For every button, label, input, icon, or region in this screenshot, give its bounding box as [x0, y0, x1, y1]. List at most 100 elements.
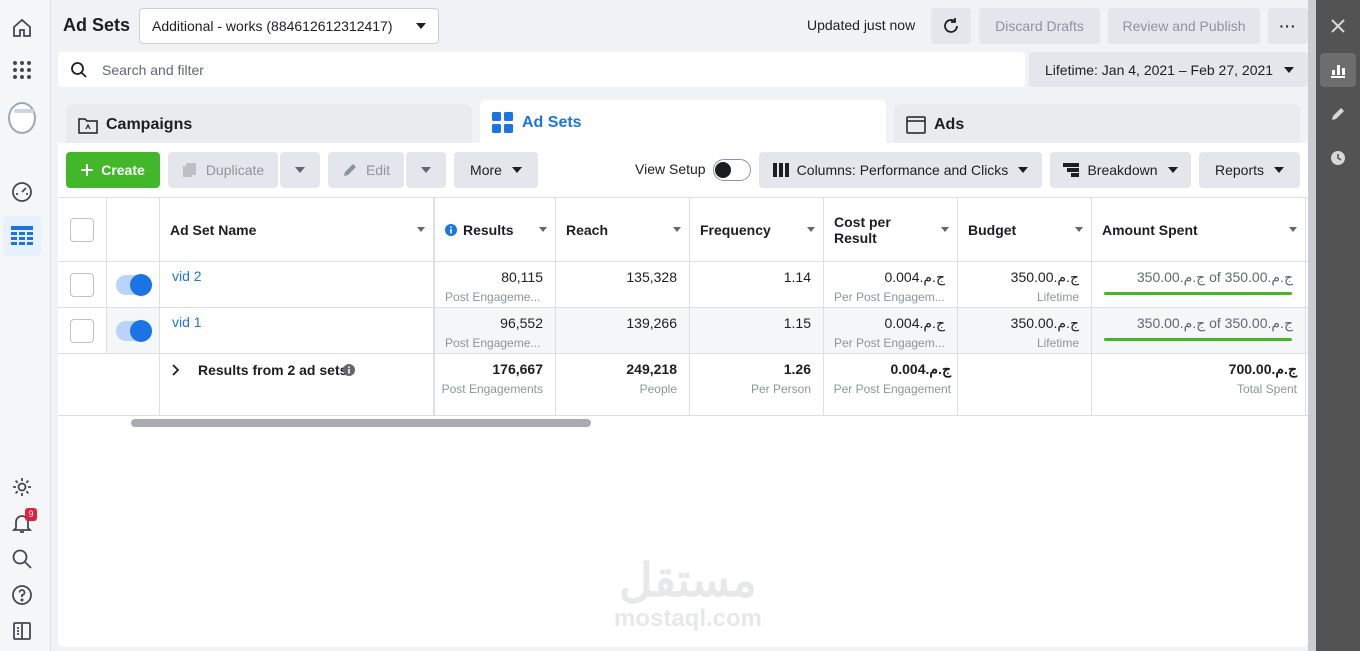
account-avatar[interactable] [8, 102, 36, 134]
column-header-label-line2: Result [834, 229, 877, 246]
frequency-cell: 1.15 [690, 308, 824, 353]
info-icon[interactable] [343, 364, 355, 376]
summary-reach-cell: 249,218 People [556, 354, 690, 415]
results-cell: 96,552 Post Engageme... [435, 308, 556, 353]
dashboard-gauge-icon[interactable] [8, 178, 36, 206]
select-all-checkbox[interactable] [70, 218, 94, 242]
cost-value: 0.004.ج.م [884, 315, 945, 331]
close-icon[interactable] [1324, 12, 1352, 40]
horizontal-scrollbar[interactable] [131, 419, 591, 427]
reports-button[interactable]: Reports [1199, 152, 1300, 188]
summary-reach-value: 249,218 [626, 361, 677, 377]
watermark-latin: mostaql.com [613, 605, 763, 632]
apps-grid-icon[interactable] [8, 56, 36, 84]
column-header-budget[interactable]: Budget [958, 198, 1092, 261]
search-icon[interactable] [8, 545, 36, 573]
chart-icon[interactable] [1320, 53, 1356, 87]
breakdown-button[interactable]: Breakdown [1050, 152, 1191, 188]
sort-caret-icon [1289, 227, 1297, 232]
column-header-frequency[interactable]: Frequency [690, 198, 824, 261]
sort-caret-icon [539, 227, 547, 232]
settings-gear-icon[interactable] [8, 473, 36, 501]
plus-icon [81, 164, 94, 176]
columns-button[interactable]: Columns: Performance and Clicks [759, 152, 1042, 188]
more-options-button[interactable]: ··· [1268, 8, 1308, 44]
edit-button[interactable]: Edit [328, 152, 404, 188]
column-header-results[interactable]: Results [435, 198, 556, 261]
create-button[interactable]: Create [66, 152, 160, 188]
column-header-label: Budget [968, 221, 1017, 238]
ad-set-name-link[interactable]: vid 2 [172, 268, 202, 284]
row-checkbox[interactable] [70, 273, 94, 297]
account-selector[interactable]: Additional - works (884612612312417) [139, 8, 439, 44]
row-toggle-cell [107, 262, 160, 307]
reach-value: 135,328 [626, 269, 677, 285]
chevron-down-icon [511, 167, 522, 173]
spend-progress-bar [1104, 338, 1292, 341]
summary-results-subtext: Post Engagements [441, 382, 543, 396]
ad-set-name-cell: vid 2 [160, 262, 435, 307]
column-header-label: Reach [566, 221, 609, 238]
amount-spent-cell: 350.00.ج.م of 350.00.ج.م [1092, 308, 1306, 353]
ad-set-name-link[interactable]: vid 1 [172, 314, 202, 330]
date-range-selector[interactable]: Lifetime: Jan 4, 2021 – Feb 27, 2021 [1029, 52, 1308, 87]
chevron-down-icon [421, 167, 431, 173]
ads-manager-table-icon[interactable] [3, 216, 41, 256]
chevron-down-icon [1274, 167, 1285, 173]
edit-pencil-icon[interactable] [1324, 100, 1352, 128]
reach-value: 139,266 [626, 315, 677, 331]
ad-set-status-toggle[interactable] [116, 274, 152, 296]
frequency-value: 1.15 [783, 315, 811, 331]
column-header-amount-spent[interactable]: Amount Spent [1092, 198, 1306, 261]
notifications-badge: 9 [25, 508, 37, 521]
row-checkbox[interactable] [70, 319, 94, 343]
results-value: 80,115 [501, 269, 543, 285]
column-header-reach[interactable]: Reach [556, 198, 690, 261]
tab-ads[interactable]: Ads [894, 104, 1300, 146]
history-clock-icon[interactable] [1324, 144, 1352, 172]
chevron-down-icon [416, 23, 426, 29]
view-setup-toggle[interactable] [713, 159, 751, 181]
summary-frequency-value: 1.26 [783, 361, 811, 377]
reports-button-label: Reports [1214, 162, 1265, 178]
search-bar[interactable] [58, 52, 1025, 87]
summary-label: Results from 2 ad sets [198, 362, 348, 378]
right-side-panel [1316, 0, 1360, 651]
cost-value: 0.004.ج.م [884, 269, 945, 285]
duplicate-button[interactable]: Duplicate [168, 152, 278, 188]
select-all-cell [58, 198, 107, 261]
discard-drafts-button[interactable]: Discard Drafts [979, 8, 1100, 44]
spend-progress-bar [1104, 292, 1292, 295]
amount-spent-value: 350.00.ج.م of 350.00.ج.م [1136, 315, 1293, 331]
table-row[interactable]: vid 1 96,552 Post Engageme... 139,266 1.1… [58, 307, 1308, 353]
right-panel-divider [1308, 0, 1316, 651]
home-icon[interactable] [8, 14, 36, 42]
summary-results-value: 176,667 [492, 361, 543, 377]
chevron-down-icon [1018, 167, 1029, 173]
search-input[interactable] [102, 61, 902, 78]
more-actions-button[interactable]: More [454, 152, 538, 188]
table-row[interactable]: vid 2 80,115 Post Engageme... 135,328 1.1… [58, 261, 1308, 307]
ad-window-icon [906, 116, 926, 134]
page-title: Ad Sets [63, 15, 131, 35]
expand-chevron-icon[interactable] [172, 363, 180, 379]
summary-label-cell: Results from 2 ad sets [160, 354, 435, 415]
edit-dropdown-button[interactable] [406, 152, 446, 188]
refresh-button[interactable] [931, 8, 971, 44]
summary-cost-subtext: Per Post Engagement [833, 382, 951, 396]
ad-sets-panel: Create Duplicate Edit More View Setup Co… [58, 143, 1308, 647]
tab-ad-sets[interactable]: Ad Sets [480, 100, 886, 146]
date-range-label: Lifetime: Jan 4, 2021 – Feb 27, 2021 [1045, 61, 1274, 78]
duplicate-icon [182, 162, 198, 178]
refresh-icon [944, 18, 958, 33]
column-header-name[interactable]: Ad Set Name [160, 198, 435, 261]
toggle-sidebar-icon[interactable] [8, 617, 36, 645]
ad-set-status-toggle[interactable] [116, 320, 152, 342]
help-icon[interactable] [8, 581, 36, 609]
tab-campaigns[interactable]: Campaigns [66, 104, 472, 146]
column-header-label: Results [463, 221, 514, 238]
duplicate-dropdown-button[interactable] [280, 152, 320, 188]
review-and-publish-button[interactable]: Review and Publish [1108, 8, 1260, 44]
watermark: مستقل mostaql.com [598, 553, 778, 633]
column-header-cost-per-result[interactable]: Cost per Result [824, 198, 958, 261]
